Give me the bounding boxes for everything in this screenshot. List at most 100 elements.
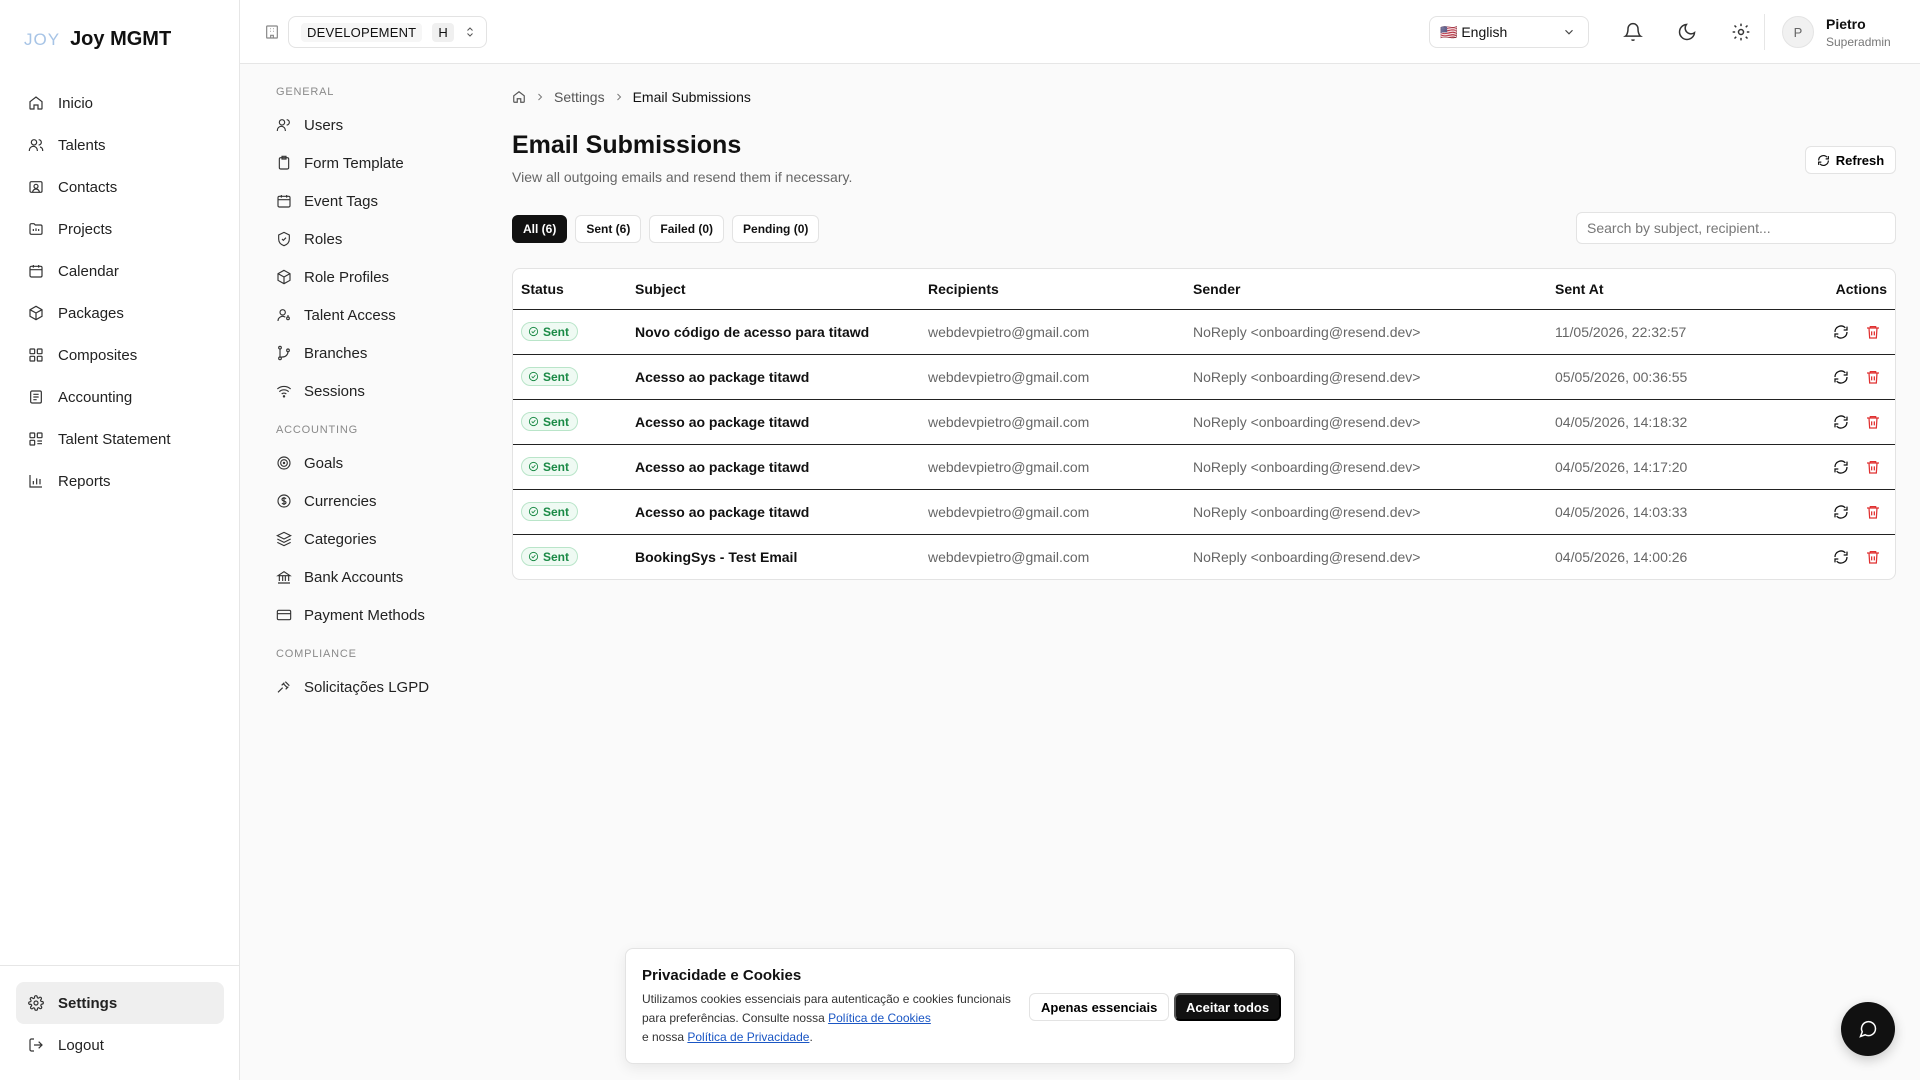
resend-icon[interactable] bbox=[1833, 459, 1849, 475]
avatar[interactable]: P bbox=[1782, 16, 1814, 48]
subnav-item-roles[interactable]: Roles bbox=[262, 220, 472, 258]
table-row: Sent Acesso ao package titawd webdevpiet… bbox=[513, 354, 1895, 400]
essential-cookies-button[interactable]: Apenas essenciais bbox=[1029, 993, 1170, 1021]
filter-all[interactable]: All (6) bbox=[512, 215, 568, 243]
chat-button[interactable] bbox=[1841, 1002, 1895, 1056]
nav-label: Packages bbox=[58, 304, 124, 322]
cell-subject: Acesso ao package titawd bbox=[627, 489, 920, 535]
nav-item-inicio[interactable]: Inicio bbox=[16, 82, 224, 124]
nav-item-talents[interactable]: Talents bbox=[16, 124, 224, 166]
subnav-item-users[interactable]: Users bbox=[262, 106, 472, 144]
search-input[interactable] bbox=[1576, 212, 1896, 244]
subnav-item-event-tags[interactable]: Event Tags bbox=[262, 182, 472, 220]
cell-status: Sent bbox=[513, 444, 627, 490]
filter-sent[interactable]: Sent (6) bbox=[575, 215, 642, 243]
logo-text: Joy MGMT bbox=[70, 28, 172, 50]
chat-bubble-icon bbox=[1859, 1020, 1877, 1038]
nav-item-talent-statement[interactable]: Talent Statement bbox=[16, 418, 224, 460]
trash-icon[interactable] bbox=[1865, 459, 1881, 475]
resend-icon[interactable] bbox=[1833, 549, 1849, 565]
nav-label: Settings bbox=[58, 994, 118, 1012]
nav-label: Contacts bbox=[58, 178, 118, 196]
subnav-label: Goals bbox=[304, 454, 344, 472]
user-name[interactable]: Pietro bbox=[1826, 16, 1866, 32]
subnav-item-form-template[interactable]: Form Template bbox=[262, 144, 472, 182]
logo-mark: JOY bbox=[24, 29, 61, 49]
trash-icon[interactable] bbox=[1865, 324, 1881, 340]
wifi-icon bbox=[276, 385, 292, 398]
environment-selector[interactable]: DEVELOPEMENT H bbox=[288, 16, 487, 48]
git-branch-icon bbox=[278, 345, 290, 361]
trash-icon[interactable] bbox=[1865, 549, 1881, 565]
subnav-item-role-profiles[interactable]: Role Profiles bbox=[262, 258, 472, 296]
nav-item-packages[interactable]: Packages bbox=[16, 292, 224, 334]
accept-all-cookies-button[interactable]: Aceitar todos bbox=[1174, 993, 1282, 1021]
subnav-item-talent-access[interactable]: Talent Access bbox=[262, 296, 472, 334]
language-selector[interactable]: 🇺🇸 English bbox=[1429, 16, 1589, 48]
nav-item-contacts[interactable]: Contacts bbox=[16, 166, 224, 208]
status-badge: Sent bbox=[521, 322, 579, 341]
subnav-label: Categories bbox=[304, 530, 377, 548]
subnav-item-branches[interactable]: Branches bbox=[262, 334, 472, 372]
cell-actions bbox=[1797, 444, 1895, 490]
cell-actions bbox=[1797, 309, 1895, 355]
cell-status: Sent bbox=[513, 534, 627, 579]
subnav-item-currencies[interactable]: Currencies bbox=[262, 482, 472, 520]
nav-item-calendar[interactable]: Calendar bbox=[16, 250, 224, 292]
users-icon bbox=[276, 119, 290, 131]
status-label: Sent bbox=[543, 549, 570, 564]
nav-item-accounting[interactable]: Accounting bbox=[16, 376, 224, 418]
cookie-policy-link[interactable]: Política de Cookies bbox=[828, 1011, 931, 1025]
cell-status: Sent bbox=[513, 399, 627, 445]
cell-sent-at: 05/05/2026, 00:36:55 bbox=[1547, 354, 1797, 400]
check-circle-icon bbox=[528, 461, 539, 472]
nav-item-settings[interactable]: Settings bbox=[16, 982, 224, 1024]
bar-chart-icon bbox=[29, 475, 42, 488]
subnav-item-categories[interactable]: Categories bbox=[262, 520, 472, 558]
nav-item-projects[interactable]: Projects bbox=[16, 208, 224, 250]
cell-subject: Acesso ao package titawd bbox=[627, 354, 920, 400]
nav-label: Talents bbox=[58, 136, 106, 154]
nav-item-logout[interactable]: Logout bbox=[16, 1024, 224, 1066]
refresh-button[interactable]: Refresh bbox=[1805, 146, 1896, 174]
filter-pending[interactable]: Pending (0) bbox=[732, 215, 820, 243]
status-badge: Sent bbox=[521, 412, 579, 431]
app-logo[interactable]: JOY Joy MGMT bbox=[24, 28, 171, 51]
nav-label: Talent Statement bbox=[58, 430, 171, 448]
cell-recipients: webdevpietro@gmail.com bbox=[920, 444, 1185, 490]
subnav-item-goals[interactable]: Goals bbox=[262, 444, 472, 482]
nav-label: Accounting bbox=[58, 388, 133, 406]
cell-actions bbox=[1797, 489, 1895, 535]
resend-icon[interactable] bbox=[1833, 324, 1849, 340]
check-circle-icon bbox=[528, 506, 539, 517]
cell-recipients: webdevpietro@gmail.com bbox=[920, 489, 1185, 535]
folder-icon bbox=[29, 223, 43, 235]
moon-icon[interactable] bbox=[1677, 22, 1697, 42]
home-icon[interactable] bbox=[512, 90, 526, 104]
cell-status: Sent bbox=[513, 354, 627, 400]
resend-icon[interactable] bbox=[1833, 414, 1849, 430]
settings-gear-icon[interactable] bbox=[1731, 22, 1751, 42]
subnav-item-bank-accounts[interactable]: Bank Accounts bbox=[262, 558, 472, 596]
main-nav: Inicio Talents Contacts Projects Calenda… bbox=[16, 82, 224, 502]
trash-icon[interactable] bbox=[1865, 369, 1881, 385]
subnav-item-payment-methods[interactable]: Payment Methods bbox=[262, 596, 472, 634]
status-badge: Sent bbox=[521, 367, 579, 386]
subnav-item-lgpd[interactable]: Solicitações LGPD bbox=[262, 668, 472, 706]
resend-icon[interactable] bbox=[1833, 369, 1849, 385]
environment-short: H bbox=[432, 22, 454, 42]
subnav-label: Role Profiles bbox=[304, 268, 390, 286]
nav-item-composites[interactable]: Composites bbox=[16, 334, 224, 376]
trash-icon[interactable] bbox=[1865, 414, 1881, 430]
bell-icon[interactable] bbox=[1623, 22, 1643, 42]
breadcrumb-settings[interactable]: Settings bbox=[554, 89, 605, 105]
filter-failed[interactable]: Failed (0) bbox=[649, 215, 725, 243]
cell-sent-at: 11/05/2026, 22:32:57 bbox=[1547, 309, 1797, 355]
subnav-label: Sessions bbox=[304, 382, 365, 400]
resend-icon[interactable] bbox=[1833, 504, 1849, 520]
nav-item-reports[interactable]: Reports bbox=[16, 460, 224, 502]
subnav-label: Event Tags bbox=[304, 192, 378, 210]
privacy-policy-link[interactable]: Política de Privacidade bbox=[687, 1030, 809, 1044]
trash-icon[interactable] bbox=[1865, 504, 1881, 520]
subnav-item-sessions[interactable]: Sessions bbox=[262, 372, 472, 410]
